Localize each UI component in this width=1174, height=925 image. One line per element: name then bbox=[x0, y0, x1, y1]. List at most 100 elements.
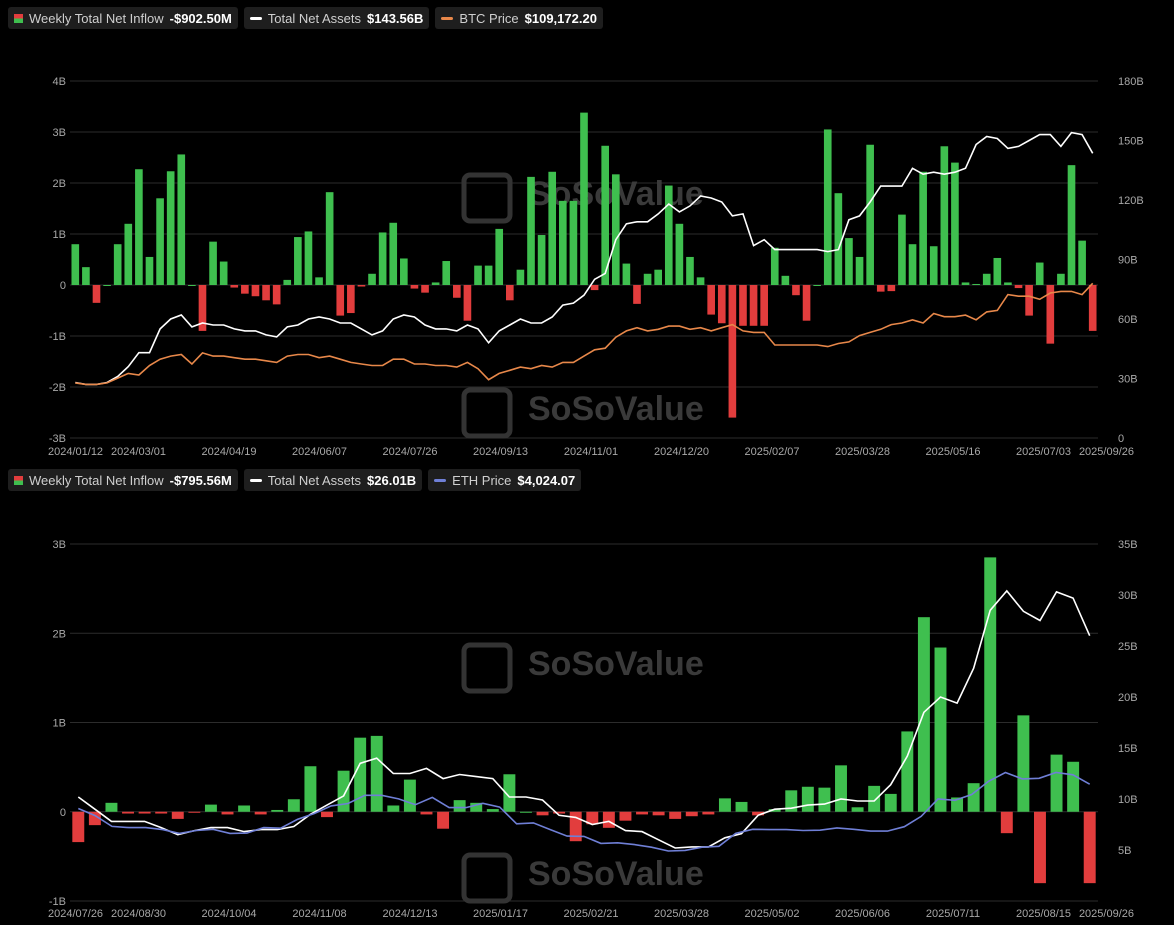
y-tick-left-label: 1B bbox=[53, 718, 66, 730]
inflow-bar bbox=[537, 235, 546, 285]
x-tick-label: 2024/06/07 bbox=[292, 446, 347, 458]
inflow-bar bbox=[155, 811, 168, 814]
inflow-bar bbox=[622, 263, 631, 285]
inflow-bar bbox=[238, 805, 251, 812]
watermark-logo: SoSoValue bbox=[528, 645, 704, 683]
inflow-bar bbox=[219, 261, 228, 285]
inflow-bar bbox=[486, 809, 499, 812]
inflow-bar bbox=[474, 265, 482, 285]
inflow-bar bbox=[884, 793, 897, 812]
inflow-bar bbox=[304, 766, 317, 812]
inflow-bar bbox=[675, 223, 684, 285]
inflow-bar bbox=[866, 144, 874, 285]
inflow-bar bbox=[972, 283, 980, 285]
inflow-bar bbox=[1000, 811, 1013, 834]
inflow-bar bbox=[357, 285, 366, 287]
inflow-bar bbox=[315, 277, 323, 285]
y-tick-right-label: 0 bbox=[1118, 433, 1124, 445]
inflow-bar bbox=[664, 185, 673, 285]
inflow-bar bbox=[505, 285, 514, 301]
inflow-bar bbox=[868, 785, 881, 812]
inflow-bar bbox=[420, 811, 433, 815]
inflow-bar bbox=[527, 176, 535, 285]
x-tick-label: 2024/08/30 bbox=[111, 908, 166, 920]
inflow-bar bbox=[321, 811, 333, 818]
y-tick-left-label: 4B bbox=[53, 76, 66, 88]
y-tick-right-label: 180B bbox=[1118, 76, 1144, 88]
y-tick-right-label: 120B bbox=[1118, 195, 1144, 207]
inflow-bar bbox=[1033, 811, 1046, 884]
inflow-bar bbox=[103, 285, 111, 286]
inflow-bar bbox=[230, 285, 239, 288]
inflow-bar bbox=[442, 261, 451, 285]
x-tick-label: 2025/05/02 bbox=[744, 908, 799, 920]
y-tick-right-label: 30B bbox=[1118, 374, 1138, 386]
x-tick-label: 2024/11/08 bbox=[292, 908, 346, 920]
x-tick-label: 2024/03/01 bbox=[111, 446, 166, 458]
inflow-bar bbox=[654, 269, 663, 285]
inflow-bar bbox=[1088, 285, 1097, 331]
inflow-bar bbox=[1083, 811, 1096, 884]
y-tick-left-label: 0 bbox=[60, 280, 66, 292]
inflow-bar bbox=[337, 770, 350, 812]
inflow-bar bbox=[82, 267, 90, 285]
inflow-bar bbox=[940, 146, 949, 285]
inflow-bar bbox=[1067, 165, 1076, 285]
inflow-bar bbox=[135, 169, 143, 285]
y-tick-right-label: 90B bbox=[1118, 255, 1138, 267]
inflow-bar bbox=[718, 798, 731, 812]
inflow-bar bbox=[209, 241, 217, 285]
inflow-bar bbox=[619, 811, 632, 821]
inflow-bar bbox=[855, 256, 864, 285]
inflow-bar bbox=[254, 811, 267, 815]
inflow-bar bbox=[749, 285, 758, 326]
inflow-bar bbox=[984, 557, 997, 812]
inflow-bar bbox=[370, 735, 383, 812]
inflow-bar bbox=[431, 282, 440, 285]
x-tick-label: 2025/01/17 bbox=[473, 908, 528, 920]
x-tick-label: 2025/05/16 bbox=[925, 446, 980, 458]
inflow-bar bbox=[792, 285, 800, 296]
x-tick-label: 2024/07/26 bbox=[48, 908, 103, 920]
inflow-bar bbox=[400, 258, 408, 285]
inflow-bar bbox=[156, 198, 164, 285]
price-line bbox=[75, 282, 1094, 386]
inflow-bar bbox=[908, 244, 917, 285]
inflow-bar bbox=[707, 285, 715, 315]
inflow-bar bbox=[403, 779, 416, 812]
inflow-bar bbox=[368, 273, 376, 285]
inflow-bar bbox=[262, 285, 270, 301]
y-tick-left-label: 3B bbox=[53, 539, 66, 551]
inflow-bar bbox=[735, 801, 748, 812]
y-tick-right-label: 20B bbox=[1118, 692, 1138, 704]
inflow-bar bbox=[166, 171, 175, 285]
inflow-bar bbox=[124, 223, 133, 285]
btc-etf-chart: -3B -2B -1B 0 1B 2B 3B 4B 0 30B 60B 90B 120B 150B 180B… bbox=[48, 76, 1144, 458]
inflow-bar bbox=[919, 171, 927, 285]
inflow-bar bbox=[934, 647, 947, 812]
inflow-bar bbox=[241, 285, 249, 294]
inflow-bar bbox=[1035, 262, 1044, 285]
inflow-bar bbox=[1057, 273, 1065, 285]
x-tick-label: 2024/12/20 bbox=[654, 446, 709, 458]
y-tick-left-label: 0 bbox=[60, 807, 66, 819]
inflow-bar bbox=[982, 273, 991, 285]
inflow-bar bbox=[347, 285, 355, 314]
y-tick-right-label: 25B bbox=[1118, 641, 1138, 653]
inflow-bar bbox=[294, 237, 302, 285]
inflow-bar bbox=[221, 811, 234, 815]
inflow-bar bbox=[887, 285, 896, 292]
inflow-bar bbox=[686, 256, 694, 285]
inflow-bar bbox=[696, 277, 705, 285]
inflow-bar bbox=[188, 811, 201, 813]
inflow-bar bbox=[961, 282, 970, 285]
inflow-bar bbox=[1078, 240, 1086, 285]
inflow-bar bbox=[580, 112, 588, 286]
inflow-bar bbox=[801, 786, 814, 812]
x-tick-label: 2024/09/13 bbox=[473, 446, 528, 458]
inflow-bar bbox=[536, 811, 549, 816]
y-tick-left-label: 3B bbox=[53, 127, 66, 139]
inflow-bar bbox=[304, 231, 313, 285]
inflow-bar bbox=[1050, 754, 1063, 812]
inflow-bar bbox=[702, 811, 715, 815]
